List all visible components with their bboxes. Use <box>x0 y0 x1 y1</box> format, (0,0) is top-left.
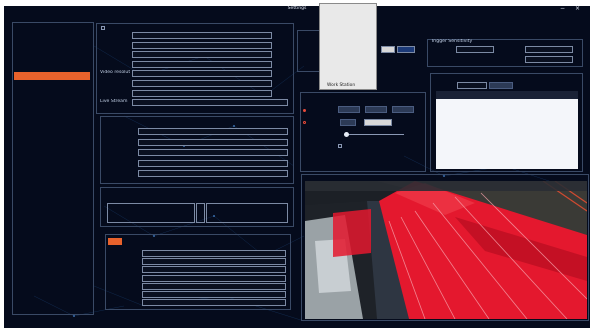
trigger-row1-select[interactable] <box>456 46 494 53</box>
sidebar-item-21[interactable] <box>16 224 86 233</box>
sidebar-item-7[interactable] <box>16 99 86 108</box>
sidebar-item-15[interactable] <box>16 170 86 179</box>
options-row2-input[interactable] <box>364 119 392 126</box>
alarm-type-select[interactable] <box>457 82 487 89</box>
sidebar-item-11[interactable] <box>16 134 86 143</box>
basic-field-input-3[interactable] <box>132 60 272 68</box>
sidebar-item-0[interactable] <box>16 36 86 45</box>
sidebar-item-29[interactable] <box>16 295 86 304</box>
sidebar-item-4[interactable] <box>14 71 90 81</box>
area-right-box[interactable] <box>206 203 288 223</box>
actions-tab-0[interactable] <box>108 238 122 245</box>
basic-field-input-6[interactable] <box>132 89 272 97</box>
sidebar-item-20[interactable] <box>16 215 86 224</box>
options-slider-track[interactable] <box>344 134 404 135</box>
basic-enable-checkbox[interactable] <box>101 26 105 30</box>
close-icon[interactable]: × <box>575 6 580 12</box>
network-field-input-0[interactable] <box>138 128 288 135</box>
basic-field-input-7[interactable] <box>132 99 288 107</box>
toolbar-field-1[interactable] <box>381 46 395 53</box>
alarm-table-header <box>436 91 578 99</box>
preview-scene <box>305 181 587 319</box>
sidebar-item-13[interactable] <box>16 152 86 161</box>
options-frame <box>300 92 426 172</box>
sidebar-item-3[interactable] <box>16 63 86 72</box>
basic-field-label-7: Live Stream <box>100 99 128 105</box>
sidebar-item-1[interactable] <box>16 45 86 54</box>
minimize-icon[interactable]: − <box>560 6 565 12</box>
sidebar-item-28[interactable] <box>16 286 86 295</box>
network-field-input-1[interactable] <box>138 138 288 146</box>
sidebar-item-18[interactable] <box>16 197 86 206</box>
sidebar-item-22[interactable] <box>16 233 86 242</box>
sidebar-item-10[interactable] <box>16 125 86 134</box>
network-field-input-2[interactable] <box>138 149 288 157</box>
area-left-box[interactable] <box>107 203 195 223</box>
actions-row-select-6[interactable] <box>142 299 286 307</box>
sidebar-item-14[interactable] <box>16 161 86 170</box>
options-button-2[interactable] <box>392 106 414 113</box>
sidebar-item-5[interactable] <box>16 81 86 90</box>
sidebar-item-16[interactable] <box>16 179 86 188</box>
actions-row-select-0[interactable] <box>142 250 286 257</box>
options-button-0[interactable] <box>338 106 360 113</box>
sidebar-item-27[interactable] <box>16 277 86 286</box>
trigger-row2-right-select[interactable] <box>525 56 573 63</box>
actions-row-select-3[interactable] <box>142 274 286 282</box>
sidebar-item-8[interactable] <box>16 107 86 116</box>
basic-field-input-2[interactable] <box>132 51 272 59</box>
toolbar-field-2[interactable] <box>397 46 415 53</box>
options-row4-checkbox[interactable] <box>338 144 342 148</box>
actions-row-select-2[interactable] <box>142 266 286 274</box>
window-title: Settings <box>287 6 307 11</box>
sidebar-item-26[interactable] <box>16 268 86 277</box>
basic-field-input-5[interactable] <box>132 80 272 87</box>
trigger-row1-right-select[interactable] <box>525 46 573 53</box>
alarm-button[interactable] <box>489 82 513 89</box>
sidebar-item-23[interactable] <box>16 241 86 250</box>
actions-row-select-1[interactable] <box>142 258 286 266</box>
options-slider-handle[interactable] <box>344 132 349 137</box>
sidebar-item-17[interactable] <box>16 188 86 197</box>
network-field-input-3[interactable] <box>138 159 288 167</box>
options-radio-1[interactable] <box>303 109 306 112</box>
alarm-table <box>436 91 578 169</box>
basic-field-input-0[interactable] <box>132 32 272 39</box>
settings-window: Settings − × Video resolution Live Stream… <box>4 6 590 328</box>
options-button-1[interactable] <box>365 106 387 113</box>
basic-field-input-1[interactable] <box>132 41 272 49</box>
basic-field-input-4[interactable] <box>132 70 272 78</box>
actions-row-select-4[interactable] <box>142 282 286 290</box>
options-row2-button[interactable] <box>340 119 356 126</box>
options-radio-2[interactable] <box>303 121 306 124</box>
context-menu: Work Station <box>319 3 377 90</box>
network-field-input-4[interactable] <box>138 170 288 178</box>
sidebar-item-6[interactable] <box>16 90 86 99</box>
sidebar-item-24[interactable] <box>16 250 86 259</box>
area-arrow-column[interactable] <box>196 203 205 223</box>
basic-field-label-4: Video resolution <box>100 70 130 76</box>
sidebar-item-25[interactable] <box>16 259 86 268</box>
trigger-title: Trigger Sensitivity <box>431 39 473 44</box>
sidebar-item-19[interactable] <box>16 206 86 215</box>
context-menu-item-14[interactable]: Work Station <box>327 83 355 89</box>
sidebar-item-9[interactable] <box>16 116 86 125</box>
actions-row-select-5[interactable] <box>142 291 286 298</box>
sidebar-item-12[interactable] <box>16 143 86 152</box>
sidebar-item-2[interactable] <box>16 54 86 63</box>
preview-video[interactable] <box>305 181 587 319</box>
